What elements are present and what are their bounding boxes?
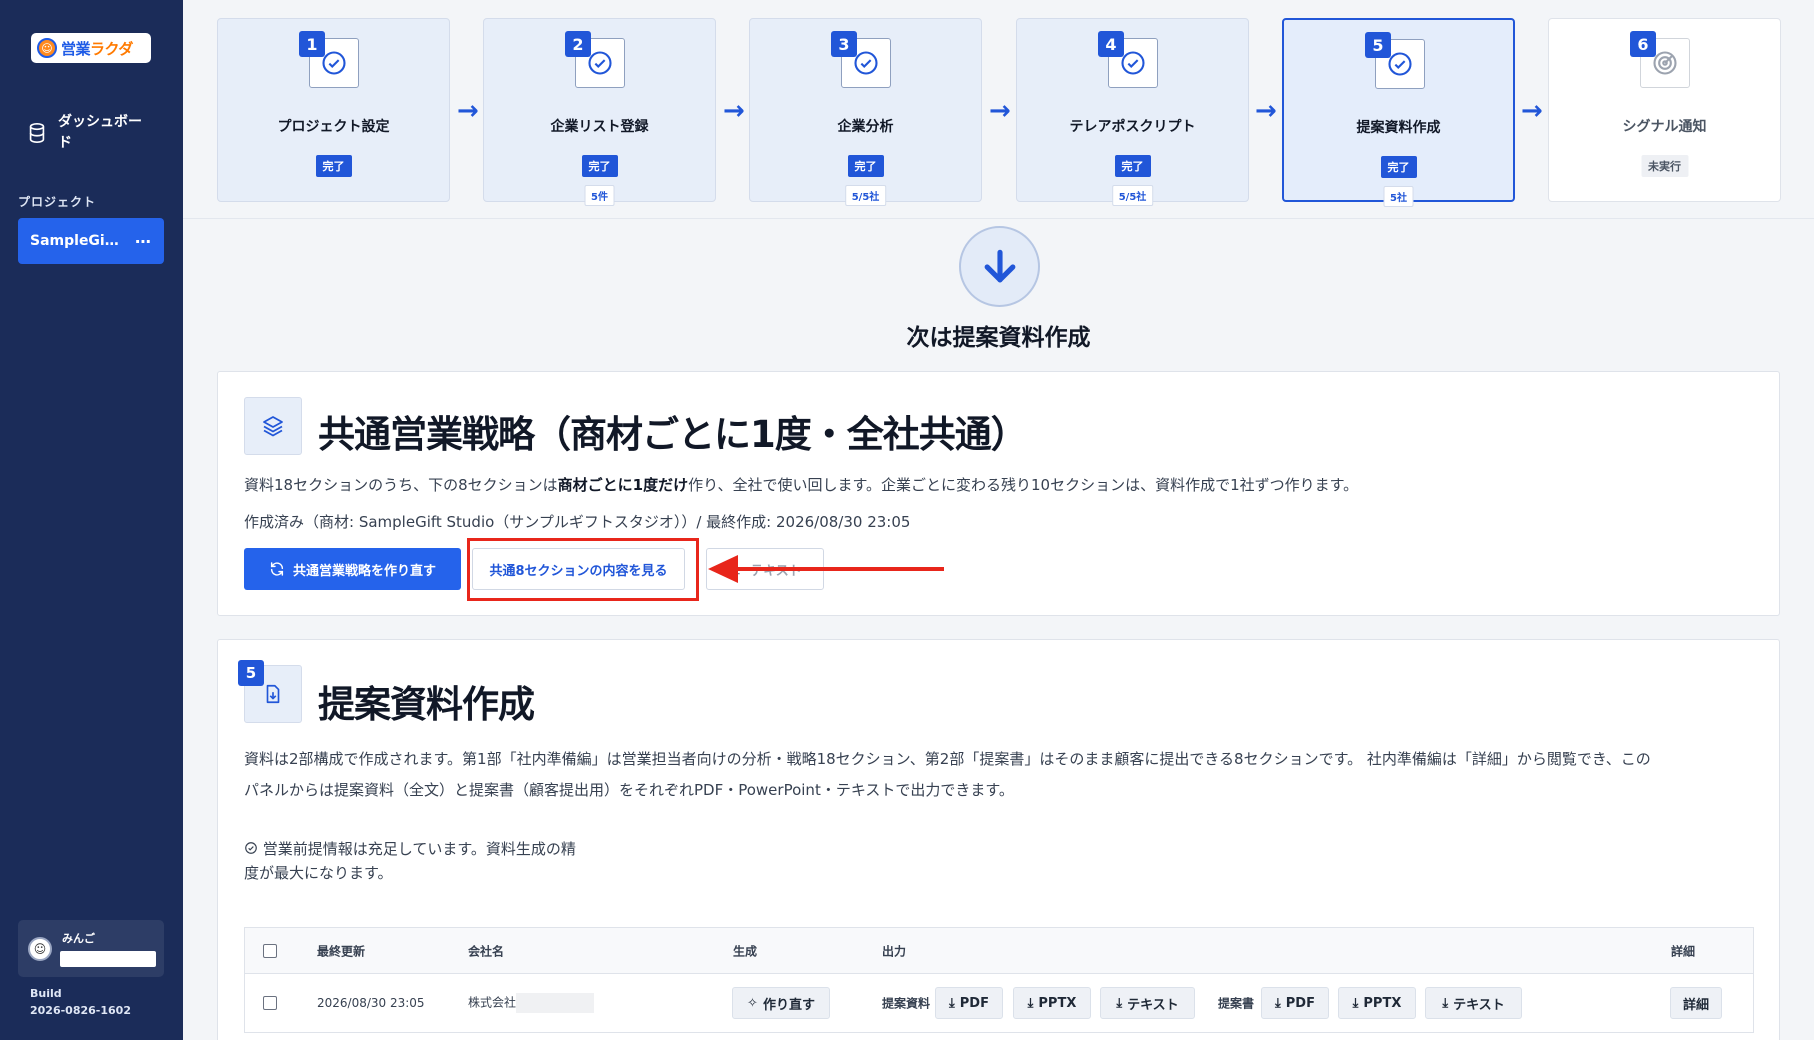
header-company: 会社名 (468, 944, 505, 958)
camel-logo-icon: ☺ (37, 38, 57, 58)
status-badge: 未実行 (1641, 155, 1688, 177)
proposal-description-line1: 資料は2部構成で作成されます。第1部「社内準備編」は営業担当者向けの分析・戦略1… (244, 750, 1651, 768)
panel-title: 共通営業戦略（商材ごとに1度・全社共通） (318, 413, 1028, 456)
select-all-checkbox[interactable] (263, 943, 277, 958)
step-teleapo-script[interactable]: 4 テレアポスクリプト 完了 5/5社 (1016, 18, 1249, 206)
step-number-badge: 5 (238, 660, 264, 686)
step-number: 3 (831, 31, 857, 57)
arrow-right-icon: → (1255, 96, 1277, 126)
arrow-right-icon: → (989, 96, 1011, 126)
step-title: シグナル通知 (1622, 119, 1707, 135)
proposal-pdf-button[interactable]: ⤓ PDF (1261, 987, 1329, 1019)
regenerate-strategy-button[interactable]: 共通営業戦略を作り直す (244, 548, 461, 590)
download-icon: ⤓ (1116, 995, 1123, 1011)
sidebar-project-item[interactable]: SampleGi… ⋯ (18, 218, 164, 264)
download-icon: ⤓ (1275, 995, 1281, 1011)
proposal-text-button[interactable]: ⤓ テキスト (1425, 987, 1522, 1019)
step-proposal-creation[interactable]: 5 提案資料作成 完了 5社 (1282, 18, 1515, 207)
step-title: プロジェクト設定 (277, 119, 390, 135)
build-info: Build 2026-0826-1602 (30, 985, 131, 1019)
next-step-label: 次は提案資料作成 (906, 325, 1091, 351)
status-badge: 完了 (1114, 155, 1151, 177)
row-checkbox[interactable] (263, 996, 277, 1010)
count-badge: 5/5社 (1111, 185, 1154, 206)
count-badge: 5件 (584, 185, 615, 206)
build-number: 2026-0826-1602 (30, 1004, 131, 1017)
regenerate-row-button[interactable]: ✧ 作り直す (732, 987, 830, 1019)
status-badge: 完了 (847, 155, 884, 177)
step-signal-notification[interactable]: 6 シグナル通知 未実行 (1548, 18, 1781, 202)
database-icon (29, 123, 45, 143)
common-strategy-panel: 共通営業戦略（商材ごとに1度・全社共通） 資料18セクションのうち、下の8セクシ… (217, 371, 1780, 616)
status-badge: 完了 (315, 155, 352, 177)
table-row: 2026/08/30 23:05 株式会社 ✧ 作り直す 提案資料 ⤓ PDF ⤓ P… (245, 974, 1753, 1032)
proposal-creation-panel: 5 提案資料作成 資料は2部構成で作成されます。第1部「社内準備編」は営業担当者… (217, 639, 1780, 1040)
header-generate: 生成 (733, 944, 758, 958)
step-company-list[interactable]: 2 企業リスト登録 完了 5件 (483, 18, 716, 206)
row-updated: 2026/08/30 23:05 (317, 996, 425, 1010)
app-logo-text: 営業ラクダ (61, 39, 133, 58)
row-company: 株式会社 (468, 993, 595, 1013)
download-icon: ⤓ (1352, 995, 1359, 1011)
step-number: 5 (1365, 32, 1391, 58)
build-label: Build (30, 987, 62, 1000)
user-email-redacted (60, 951, 156, 967)
proposal-output-label: 提案書 (1218, 996, 1255, 1011)
arrow-right-icon: → (1521, 96, 1543, 126)
proposal-table: 最終更新 会社名 生成 出力 詳細 2026/08/30 23:05 株式会社 … (244, 927, 1754, 1033)
download-icon: ⤓ (949, 995, 955, 1011)
download-icon: ⤓ (1027, 995, 1034, 1011)
avatar: ☺ (28, 937, 52, 961)
user-name: みんご (62, 932, 95, 945)
user-account[interactable]: ☺ みんご (18, 920, 164, 977)
download-icon: ⤓ (1442, 995, 1449, 1011)
step-number: 6 (1630, 31, 1656, 57)
nav-dashboard[interactable]: ダッシュボード (26, 112, 156, 154)
step-number: 2 (565, 31, 591, 57)
strategy-description: 資料18セクションのうち、下の8セクションは商材ごとに1度だけ作り、全社で使い回… (244, 476, 1359, 494)
header-updated: 最終更新 (317, 944, 366, 958)
check-circle-icon (245, 842, 257, 854)
step-company-analysis[interactable]: 3 企業分析 完了 5/5社 (749, 18, 982, 206)
nav-dashboard-label: ダッシュボード (58, 114, 142, 151)
detail-button[interactable]: 詳細 (1670, 987, 1722, 1019)
step-project-settings[interactable]: 1 プロジェクト設定 完了 (217, 18, 450, 202)
header-output: 出力 (882, 944, 907, 958)
arrow-right-icon: → (457, 96, 479, 126)
annotation-highlight-box (467, 538, 699, 601)
refresh-icon (270, 562, 284, 576)
step-number: 1 (299, 31, 325, 57)
step-title: 提案資料作成 (1356, 120, 1441, 136)
layers-icon (244, 397, 302, 455)
projects-section-label: プロジェクト (18, 195, 97, 209)
header-detail: 詳細 (1671, 944, 1696, 958)
step-title: 企業分析 (837, 119, 894, 135)
arrow-right-icon: → (723, 96, 745, 126)
status-badge: 完了 (1380, 156, 1417, 178)
strategy-meta: 作成済み（商材: SampleGift Studio（サンプルギフトスタジオ））… (244, 513, 911, 531)
step-title: 企業リスト登録 (550, 119, 649, 135)
panel-title: 提案資料作成 (318, 683, 535, 726)
more-icon[interactable]: ⋯ (135, 232, 152, 251)
doc-output-label: 提案資料 (882, 996, 931, 1011)
step-number: 4 (1098, 31, 1124, 57)
count-badge: 5/5社 (844, 185, 887, 206)
table-header: 最終更新 会社名 生成 出力 詳細 (245, 928, 1753, 974)
info-notice: 営業前提情報は充足しています。資料生成の精 度が最大になります。 (244, 840, 576, 882)
proposal-description-line2: パネルからは提案資料（全文）と提案書（顧客提出用）をそれぞれPDF・PowerP… (244, 781, 1014, 799)
status-badge: 完了 (581, 155, 618, 177)
annotation-arrow-icon (708, 555, 944, 583)
doc-pptx-button[interactable]: ⤓ PPTX (1013, 987, 1091, 1019)
sparkle-icon: ✧ (747, 995, 758, 1011)
doc-text-button[interactable]: ⤓ テキスト (1100, 987, 1195, 1019)
proposal-pptx-button[interactable]: ⤓ PPTX (1338, 987, 1416, 1019)
sidebar: ☺ 営業ラクダ ダッシュボード プロジェクト SampleGi… ⋯ ☺ みんご… (0, 0, 183, 1040)
doc-pdf-button[interactable]: ⤓ PDF (935, 987, 1003, 1019)
arrow-down-icon (959, 226, 1040, 307)
count-badge: 5社 (1383, 186, 1414, 207)
redacted-company (516, 993, 595, 1013)
step-title: テレアポスクリプト (1069, 119, 1196, 135)
app-logo[interactable]: ☺ 営業ラクダ (31, 33, 151, 63)
project-name: SampleGi… (30, 233, 119, 249)
